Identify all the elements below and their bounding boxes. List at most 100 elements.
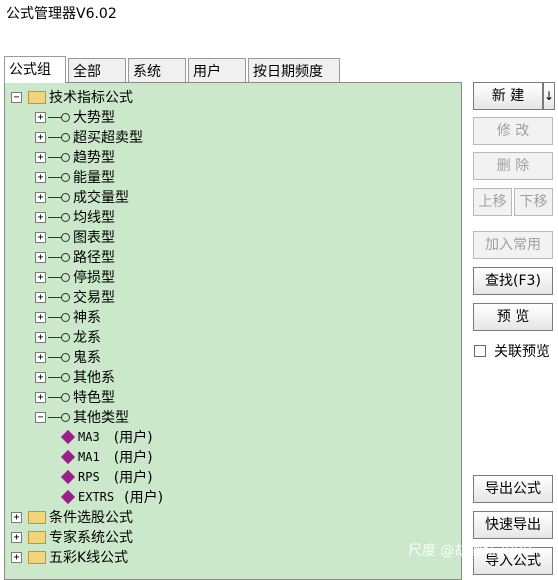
tab-all[interactable]: 全部 bbox=[68, 58, 126, 82]
tree-node-group[interactable]: + 鬼系 bbox=[35, 347, 101, 367]
watermark: 尺度 @胡梦跃2008 bbox=[408, 543, 533, 559]
key-icon bbox=[48, 352, 70, 362]
export-formula-button[interactable]: 导出公式 bbox=[473, 475, 553, 503]
checkbox-box[interactable] bbox=[474, 345, 486, 357]
tree-node-group[interactable]: − 其他类型 bbox=[35, 407, 129, 427]
formula-owner: (用户) bbox=[113, 430, 153, 446]
tree-node-technical-indicators[interactable]: − 技术指标公式 bbox=[11, 87, 133, 107]
key-icon bbox=[48, 172, 70, 182]
tree-node-label: 神系 bbox=[73, 310, 101, 326]
tree-node-label: 专家系统公式 bbox=[49, 530, 133, 546]
formula-name: MA1 bbox=[78, 450, 100, 464]
tree-node-label: 能量型 bbox=[73, 170, 115, 186]
tree-node-label: 大势型 bbox=[73, 110, 115, 126]
formula-gem-icon bbox=[60, 489, 76, 505]
expand-icon[interactable]: + bbox=[35, 291, 46, 303]
tree-node-label: 其他系 bbox=[73, 370, 115, 386]
formula-tree[interactable]: − 技术指标公式 + 大势型 + 超买超卖型 + 趋势型 + 能量型 + 成交量型 + 均线… bbox=[4, 82, 462, 580]
add-to-common-button[interactable]: 加入常用 bbox=[473, 231, 553, 259]
tree-node-group[interactable]: + 趋势型 bbox=[35, 147, 115, 167]
tree-node-label: 交易型 bbox=[73, 290, 115, 306]
expand-icon[interactable]: + bbox=[35, 171, 46, 183]
tree-node-group[interactable]: + 停损型 bbox=[35, 267, 115, 287]
key-icon bbox=[48, 392, 70, 402]
window-title: 公式管理器V6.02 bbox=[0, 0, 558, 28]
tree-node-group[interactable]: + 特色型 bbox=[35, 387, 115, 407]
expand-icon[interactable]: + bbox=[35, 271, 46, 283]
tree-node-group[interactable]: + 成交量型 bbox=[35, 187, 129, 207]
key-icon bbox=[48, 412, 70, 422]
tree-formula-item[interactable]: EXTRS (用户) bbox=[35, 487, 163, 507]
move-down-button[interactable]: 下移 bbox=[514, 188, 553, 216]
tree-node-group[interactable]: + 其他系 bbox=[35, 367, 115, 387]
delete-button[interactable]: 删 除 bbox=[473, 152, 553, 180]
tree-formula-item[interactable]: RPS (用户) bbox=[35, 467, 153, 487]
tab-formula-group[interactable]: 公式组 bbox=[4, 56, 66, 83]
expand-icon[interactable]: + bbox=[11, 511, 22, 523]
tree-node-label: 条件选股公式 bbox=[49, 510, 133, 526]
expand-icon[interactable]: + bbox=[35, 331, 46, 343]
key-icon bbox=[48, 272, 70, 282]
tree-node-label: 超买超卖型 bbox=[73, 130, 143, 146]
tree-node-group[interactable]: + 超买超卖型 bbox=[35, 127, 143, 147]
tree-node-label: 鬼系 bbox=[73, 350, 101, 366]
new-button[interactable]: 新 建 bbox=[473, 82, 543, 110]
expand-icon[interactable]: + bbox=[35, 251, 46, 263]
key-icon bbox=[48, 252, 70, 262]
tree-node-label: 成交量型 bbox=[73, 190, 129, 206]
formula-name: EXTRS bbox=[78, 490, 115, 504]
tree-node-group[interactable]: + 大势型 bbox=[35, 107, 115, 127]
formula-name: RPS bbox=[78, 470, 100, 484]
tab-user[interactable]: 用户 bbox=[188, 58, 246, 82]
key-icon bbox=[48, 232, 70, 242]
tree-node-group[interactable]: + 路径型 bbox=[35, 247, 115, 267]
tree-node-label: 技术指标公式 bbox=[49, 90, 133, 106]
tree-node-group[interactable]: + 交易型 bbox=[35, 287, 115, 307]
expand-icon[interactable]: + bbox=[35, 131, 46, 143]
tree-node-group[interactable]: + 图表型 bbox=[35, 227, 115, 247]
tree-node-colored-kline[interactable]: + 五彩K线公式 bbox=[11, 547, 128, 567]
expand-icon[interactable]: + bbox=[35, 111, 46, 123]
expand-icon[interactable]: + bbox=[35, 151, 46, 163]
collapse-icon[interactable]: − bbox=[11, 91, 22, 103]
tree-node-expert-system[interactable]: + 专家系统公式 bbox=[11, 527, 133, 547]
folder-icon bbox=[28, 550, 46, 564]
tree-node-label: 路径型 bbox=[73, 250, 115, 266]
move-up-button[interactable]: 上移 bbox=[473, 188, 512, 216]
key-icon bbox=[48, 152, 70, 162]
modify-button[interactable]: 修 改 bbox=[473, 117, 553, 145]
expand-icon[interactable]: + bbox=[35, 371, 46, 383]
tree-node-group[interactable]: + 神系 bbox=[35, 307, 101, 327]
expand-icon[interactable]: + bbox=[11, 531, 22, 543]
key-icon bbox=[48, 292, 70, 302]
tree-node-group[interactable]: + 能量型 bbox=[35, 167, 115, 187]
tree-node-stock-screening[interactable]: + 条件选股公式 bbox=[11, 507, 133, 527]
collapse-icon[interactable]: − bbox=[35, 411, 46, 423]
preview-button[interactable]: 预 览 bbox=[473, 303, 553, 331]
formula-gem-icon bbox=[60, 469, 76, 485]
formula-gem-icon bbox=[60, 429, 76, 445]
find-button[interactable]: 查找(F3) bbox=[473, 267, 553, 295]
tree-node-label: 其他类型 bbox=[73, 410, 129, 426]
tab-system[interactable]: 系统 bbox=[128, 58, 186, 82]
expand-icon[interactable]: + bbox=[11, 551, 22, 563]
expand-icon[interactable]: + bbox=[35, 311, 46, 323]
tree-node-label: 停损型 bbox=[73, 270, 115, 286]
tree-node-label: 龙系 bbox=[73, 330, 101, 346]
tree-node-label: 五彩K线公式 bbox=[49, 550, 129, 566]
expand-icon[interactable]: + bbox=[35, 191, 46, 203]
linked-preview-checkbox[interactable]: 关联预览 bbox=[474, 341, 550, 361]
quick-export-button[interactable]: 快速导出 bbox=[473, 511, 553, 539]
tree-formula-item[interactable]: MA1 (用户) bbox=[35, 447, 153, 467]
tree-node-group[interactable]: + 龙系 bbox=[35, 327, 101, 347]
expand-icon[interactable]: + bbox=[35, 351, 46, 363]
tab-by-date-frequency[interactable]: 按日期频度 bbox=[248, 58, 340, 82]
expand-icon[interactable]: + bbox=[35, 391, 46, 403]
formula-owner: (用户) bbox=[113, 450, 153, 466]
new-dropdown-arrow-icon[interactable]: ↓ bbox=[543, 82, 555, 110]
tree-node-group[interactable]: + 均线型 bbox=[35, 207, 115, 227]
tree-node-label: 图表型 bbox=[73, 230, 115, 246]
tree-formula-item[interactable]: MA3 (用户) bbox=[35, 427, 153, 447]
expand-icon[interactable]: + bbox=[35, 231, 46, 243]
expand-icon[interactable]: + bbox=[35, 211, 46, 223]
